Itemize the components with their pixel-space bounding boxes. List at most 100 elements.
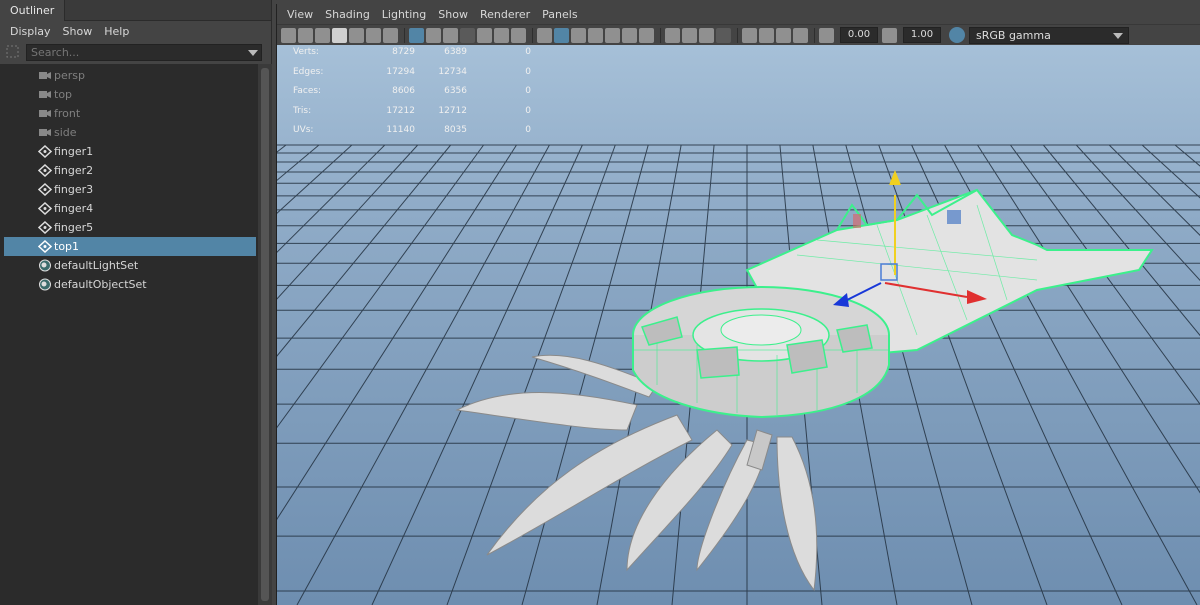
toolbar-separator [532,27,533,43]
hud-label: Edges: [293,66,324,77]
resolution-gate-icon[interactable] [443,27,458,43]
motion-blur-icon[interactable] [665,27,680,43]
transform-icon [38,202,52,215]
smooth-shade-icon[interactable] [554,27,569,43]
tree-item-label: top [54,88,73,101]
viewport-toolbar: 0.00 1.00 sRGB gamma [277,24,1200,45]
transform-icon [38,221,52,234]
set-icon [39,259,51,272]
hud-uvs-row: UVs: 11140 8035 0 [285,125,545,145]
tree-item-top[interactable]: top [4,85,256,104]
tree-item-side[interactable]: side [4,123,256,142]
film-gate-icon[interactable] [426,27,441,43]
tree-item-defaultlightset[interactable]: defaultLightSet [4,256,256,275]
menu-help[interactable]: Help [98,25,135,38]
transform-icon [38,240,52,253]
menu-view[interactable]: View [281,8,319,21]
color-management-icon[interactable] [949,27,965,43]
menu-display[interactable]: Display [4,25,57,38]
transform-icon [38,183,52,196]
grid-toggle-icon[interactable] [383,27,398,43]
viewport-menubar: View Shading Lighting Show Renderer Pane… [277,4,1200,24]
camera-attributes-icon[interactable] [298,27,313,43]
safe-action-icon[interactable] [494,27,509,43]
hud-label: Faces: [293,86,322,96]
xray-icon[interactable] [742,27,757,43]
3d-scene[interactable]: Verts: 8729 6389 0 Edges: 17294 12734 0 … [277,45,1200,605]
hud-value: 0 [525,125,531,135]
field-chart-icon[interactable] [477,27,492,43]
hud-verts-row: Verts: 8729 6389 0 [285,47,545,67]
outliner-scrollbar[interactable] [258,64,272,605]
tree-item-top1[interactable]: top1 [4,237,256,256]
toolbar-separator [660,27,661,43]
tree-item-label: side [54,126,77,139]
tree-item-label: defaultObjectSet [54,278,147,291]
hud-value: 11140 [386,125,415,135]
tree-item-persp[interactable]: persp [4,66,256,85]
xray-joints-icon[interactable] [759,27,774,43]
menu-lighting[interactable]: Lighting [376,8,432,21]
outliner-tab[interactable]: Outliner [0,0,66,21]
isolate-select-icon[interactable] [716,27,731,43]
set-icon [39,278,51,291]
color-space-value: sRGB gamma [976,28,1051,42]
top1-mesh [632,188,1154,419]
tree-item-finger1[interactable]: finger1 [4,142,256,161]
wireframe-icon[interactable] [537,27,552,43]
chevron-down-icon [1113,32,1123,39]
gamma-icon[interactable] [882,27,897,43]
menu-show[interactable]: Show [432,8,474,21]
backface-icon[interactable] [793,27,808,43]
grid-icon[interactable] [409,27,424,43]
ambient-occlusion-icon[interactable] [639,27,654,43]
two-d-pan-icon[interactable] [349,27,364,43]
menu-panels[interactable]: Panels [536,8,583,21]
image-plane-icon[interactable] [332,27,347,43]
tree-item-finger4[interactable]: finger4 [4,199,256,218]
scrollbar-thumb[interactable] [261,68,269,601]
camera-icon [39,110,51,117]
poly-count-hud: Verts: 8729 6389 0 Edges: 17294 12734 0 … [285,47,545,145]
filter-icon[interactable] [6,45,20,59]
search-field[interactable] [26,43,262,61]
default-material-icon[interactable] [571,27,586,43]
grease-pencil-icon[interactable] [366,27,381,43]
textured-icon[interactable] [588,27,603,43]
depth-of-field-icon[interactable] [699,27,714,43]
tree-item-label: finger5 [54,221,94,234]
tree-item-finger2[interactable]: finger2 [4,161,256,180]
gamma-field[interactable]: 1.00 [903,27,941,43]
shadows-icon[interactable] [622,27,637,43]
bookmarks-icon[interactable] [315,27,330,43]
camera-icon [39,72,51,79]
outliner-tree: persp top front side finger1 finger2 fin… [0,64,258,605]
hud-label: Tris: [293,105,312,116]
tree-item-finger5[interactable]: finger5 [4,218,256,237]
tree-item-finger3[interactable]: finger3 [4,180,256,199]
menu-renderer[interactable]: Renderer [474,8,536,21]
menu-shading[interactable]: Shading [319,8,376,21]
select-camera-icon[interactable] [281,27,296,43]
search-input[interactable] [27,44,261,60]
anti-aliasing-icon[interactable] [682,27,697,43]
safe-title-icon[interactable] [511,27,526,43]
exposure-icon[interactable] [819,27,834,43]
tree-item-defaultobjectset[interactable]: defaultObjectSet [4,275,256,294]
hud-edges-row: Edges: 17294 12734 0 [285,67,545,87]
hud-label: Verts: [293,47,319,57]
search-dropdown-icon[interactable] [248,49,258,56]
lights-icon[interactable] [605,27,620,43]
tree-item-front[interactable]: front [4,104,256,123]
exposure-field[interactable]: 0.00 [840,27,878,43]
xray-active-icon[interactable] [776,27,791,43]
tree-item-label: finger1 [54,145,94,158]
toolbar-separator [737,27,738,43]
hud-value: 8606 [392,86,415,96]
gate-mask-icon[interactable] [460,27,475,43]
hud-value: 0 [525,47,531,57]
color-space-dropdown[interactable]: sRGB gamma [969,26,1129,44]
outliner-panel: Outliner Display Show Help persp top [0,0,272,605]
menu-show[interactable]: Show [57,25,99,38]
tree-item-label: persp [54,69,85,82]
